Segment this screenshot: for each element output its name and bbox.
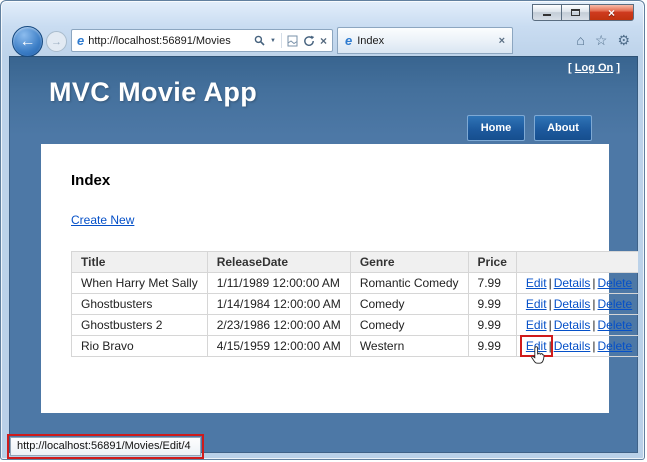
logon-suffix: ]: [616, 62, 620, 74]
movies-table: Title ReleaseDate Genre Price When Harry…: [71, 251, 638, 357]
annotation-status-box: http://localhost:56891/Movies/Edit/4: [7, 434, 204, 459]
cell-actions: Edit|Details|Delete: [516, 273, 638, 294]
cell-price: 9.99: [468, 315, 516, 336]
cell-genre: Comedy: [350, 294, 468, 315]
content-panel: Index Create New Title ReleaseDate Genre…: [41, 144, 609, 413]
maximize-icon: [571, 9, 580, 16]
table-row: When Harry Met Sally1/11/1989 12:00:00 A…: [72, 273, 639, 294]
delete-link[interactable]: Delete: [598, 276, 633, 290]
delete-link[interactable]: Delete: [598, 318, 633, 332]
action-separator: |: [592, 297, 595, 311]
action-separator: |: [592, 339, 595, 353]
close-icon: ×: [608, 6, 615, 20]
search-icon[interactable]: [254, 35, 265, 46]
compatibility-view-icon[interactable]: [287, 35, 298, 47]
cell-genre: Western: [350, 336, 468, 357]
favorites-icon[interactable]: ☆: [595, 30, 608, 50]
minimize-icon: [543, 9, 551, 16]
cell-genre: Romantic Comedy: [350, 273, 468, 294]
nav-home-button[interactable]: Home: [467, 115, 525, 141]
table-row: Ghostbusters 22/23/1986 12:00:00 AMComed…: [72, 315, 639, 336]
cell-release-date: 4/15/1959 12:00:00 AM: [207, 336, 350, 357]
address-separator: [281, 33, 282, 48]
status-bar: http://localhost:56891/Movies/Edit/4: [10, 437, 201, 456]
header-price: Price: [468, 252, 516, 273]
delete-link[interactable]: Delete: [598, 339, 633, 353]
page-title: MVC Movie App: [49, 77, 257, 108]
details-link[interactable]: Details: [554, 339, 591, 353]
browser-window: × ← → e http://localhost:56891/Movies ▼ …: [0, 0, 645, 460]
header-genre: Genre: [350, 252, 468, 273]
home-icon[interactable]: ⌂: [576, 30, 584, 50]
forward-button[interactable]: →: [46, 31, 67, 52]
action-separator: |: [592, 318, 595, 332]
refresh-icon[interactable]: [303, 35, 315, 47]
table-row: Ghostbusters1/14/1984 12:00:00 AMComedy9…: [72, 294, 639, 315]
tab-favicon: e: [345, 34, 352, 47]
minimize-button[interactable]: [532, 4, 562, 21]
index-heading: Index: [71, 172, 579, 189]
nav-about-button[interactable]: About: [534, 115, 592, 141]
details-link[interactable]: Details: [554, 318, 591, 332]
header-title: Title: [72, 252, 208, 273]
movies-table-body: When Harry Met Sally1/11/1989 12:00:00 A…: [72, 273, 639, 357]
tab-index[interactable]: e Index ×: [337, 27, 513, 54]
close-window-button[interactable]: ×: [590, 4, 634, 21]
edit-link[interactable]: Edit: [526, 276, 547, 290]
tab-close-icon[interactable]: ×: [499, 35, 505, 47]
url-text[interactable]: http://localhost:56891/Movies: [88, 35, 250, 47]
cell-release-date: 2/23/1986 12:00:00 AM: [207, 315, 350, 336]
action-separator: |: [549, 276, 552, 290]
window-controls: ×: [532, 4, 634, 21]
details-link[interactable]: Details: [554, 297, 591, 311]
cell-title: Ghostbusters 2: [72, 315, 208, 336]
maximize-button[interactable]: [562, 4, 590, 21]
edit-link[interactable]: Edit: [526, 297, 547, 311]
search-dropdown-icon[interactable]: ▼: [270, 38, 276, 44]
cell-title: Rio Bravo: [72, 336, 208, 357]
tab-title: Index: [357, 35, 493, 47]
logon-link[interactable]: Log On: [575, 62, 614, 74]
action-separator: |: [592, 276, 595, 290]
cell-genre: Comedy: [350, 315, 468, 336]
cell-actions: Edit|Details|Delete: [516, 294, 638, 315]
settings-icon[interactable]: ⚙: [617, 30, 630, 50]
mouse-cursor-icon: [531, 346, 545, 364]
forward-arrow-icon: →: [51, 36, 62, 48]
delete-link[interactable]: Delete: [598, 297, 633, 311]
cell-actions: Edit|Details|Delete: [516, 336, 638, 357]
header-actions: [516, 252, 638, 273]
site-nav: Home About: [467, 115, 592, 141]
cell-title: Ghostbusters: [72, 294, 208, 315]
cell-release-date: 1/11/1989 12:00:00 AM: [207, 273, 350, 294]
create-new-link[interactable]: Create New: [71, 213, 134, 227]
cell-release-date: 1/14/1984 12:00:00 AM: [207, 294, 350, 315]
table-header-row: Title ReleaseDate Genre Price: [72, 252, 639, 273]
details-link[interactable]: Details: [554, 276, 591, 290]
cell-price: 7.99: [468, 273, 516, 294]
address-bar-icons: ▼ ×: [254, 33, 327, 48]
cell-actions: Edit|Details|Delete: [516, 315, 638, 336]
header-release-date: ReleaseDate: [207, 252, 350, 273]
toolbar-right: ⌂ ☆ ⚙: [576, 30, 630, 50]
action-separator: |: [549, 318, 552, 332]
table-row: Rio Bravo4/15/1959 12:00:00 AMWestern9.9…: [72, 336, 639, 357]
logon-area: [ Log On ]: [568, 62, 620, 74]
action-separator: |: [549, 297, 552, 311]
back-button[interactable]: ←: [12, 26, 43, 57]
stop-icon[interactable]: ×: [320, 35, 327, 47]
logon-prefix: [: [568, 62, 572, 74]
annotation-highlight-box: Edit: [522, 337, 551, 355]
cell-title: When Harry Met Sally: [72, 273, 208, 294]
address-bar[interactable]: e http://localhost:56891/Movies ▼ ×: [71, 29, 333, 52]
cell-price: 9.99: [468, 294, 516, 315]
cell-price: 9.99: [468, 336, 516, 357]
back-arrow-icon: ←: [20, 33, 36, 51]
edit-link[interactable]: Edit: [526, 318, 547, 332]
site-favicon: e: [77, 34, 84, 47]
page-viewport: [ Log On ] MVC Movie App Home About Inde…: [9, 56, 638, 453]
